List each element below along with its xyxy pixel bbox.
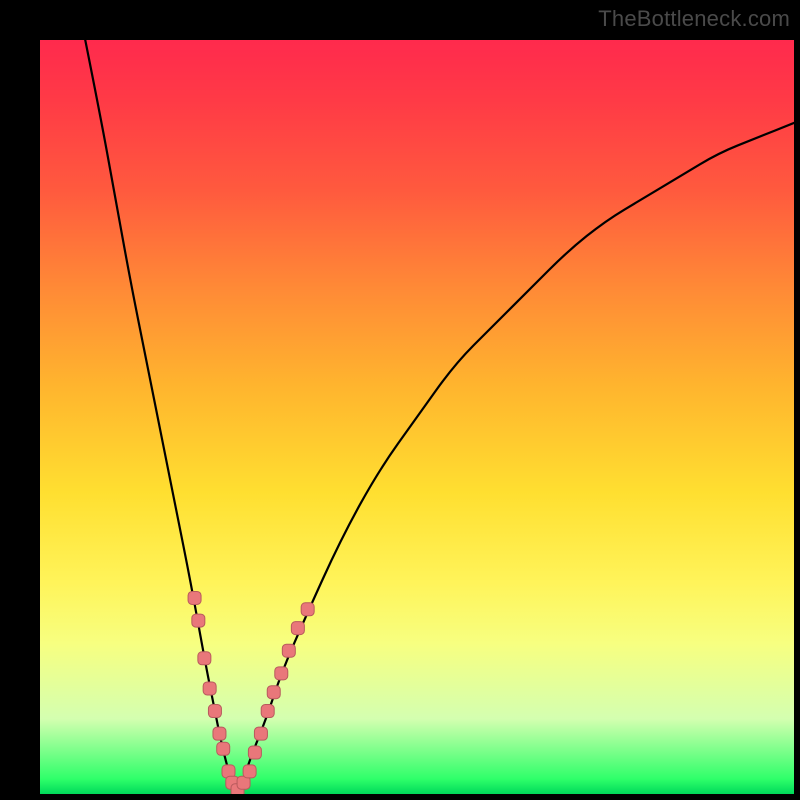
sample-marker (267, 686, 280, 699)
watermark-text: TheBottleneck.com (598, 6, 790, 32)
chart-frame: TheBottleneck.com (0, 0, 800, 800)
sample-marker (217, 742, 230, 755)
bottleneck-chart (40, 40, 794, 794)
sample-marker (301, 603, 314, 616)
sample-marker (203, 682, 216, 695)
sample-marker (188, 591, 201, 604)
sample-marker (261, 705, 274, 718)
sample-marker (275, 667, 288, 680)
sample-marker (243, 765, 256, 778)
sample-marker (291, 622, 304, 635)
bottleneck-curve (85, 40, 794, 789)
sample-marker (192, 614, 205, 627)
sample-marker (198, 652, 211, 665)
sample-marker (208, 705, 221, 718)
sample-markers (188, 591, 314, 794)
sample-marker (248, 746, 261, 759)
sample-marker (213, 727, 226, 740)
sample-marker (282, 644, 295, 657)
sample-marker (254, 727, 267, 740)
plot-area (40, 40, 794, 794)
